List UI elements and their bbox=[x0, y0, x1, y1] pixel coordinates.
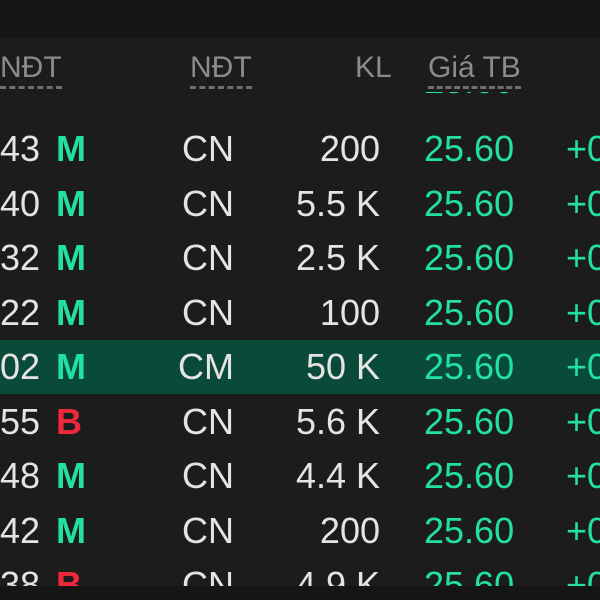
price-change: +0 bbox=[566, 455, 600, 496]
trade-price: 25.60 bbox=[424, 510, 515, 551]
trade-side: M bbox=[56, 455, 86, 496]
trade-volume: 200 bbox=[319, 128, 380, 169]
trade-side: M bbox=[56, 183, 86, 224]
trade-time: 38 bbox=[0, 564, 40, 586]
investor-type: CN bbox=[182, 183, 234, 224]
trade-volume: ·· bbox=[356, 92, 380, 108]
price-change: +0 bbox=[566, 128, 600, 169]
header-investor-type-label: NĐT bbox=[190, 51, 252, 89]
price-change: +0 bbox=[566, 401, 600, 442]
trade-price: 25.60 bbox=[424, 292, 515, 333]
trade-price: 25.60 bbox=[424, 564, 515, 586]
header-buyer-investor-label: NĐT bbox=[0, 51, 62, 89]
table-row[interactable]: 02 M CM 50 K 25.60 +0 bbox=[0, 340, 600, 394]
trade-side: ·· bbox=[56, 92, 80, 108]
table-row[interactable]: 38 B CN 4.9 K 25.60 +0 bbox=[0, 558, 600, 586]
trade-volume: 5.6 K bbox=[295, 401, 380, 442]
trade-side: B bbox=[56, 401, 82, 442]
trade-side: M bbox=[56, 510, 86, 551]
trade-side: M bbox=[56, 292, 86, 333]
trade-time: 42 bbox=[0, 510, 40, 551]
trade-time: 02 bbox=[0, 346, 40, 387]
price-change: +0 bbox=[566, 346, 600, 387]
investor-type: CN bbox=[182, 237, 234, 278]
investor-type: CN bbox=[182, 455, 234, 496]
table-header: NĐT NĐT KL Giá TB bbox=[0, 40, 600, 100]
trade-time: 40 bbox=[0, 183, 40, 224]
trade-history-screen: NĐT NĐT KL Giá TB ·· ·· ·· ·· 25.60 43 M CN 200 2… bbox=[0, 0, 600, 600]
table-row[interactable]: 32 M CN 2.5 K 25.60 +0 bbox=[0, 231, 600, 285]
trade-side: M bbox=[56, 346, 86, 387]
table-row[interactable]: 22 M CN 100 25.60 +0 bbox=[0, 286, 600, 340]
trade-volume: 50 K bbox=[305, 346, 380, 387]
trade-price: 25.60 bbox=[424, 183, 515, 224]
trade-list[interactable]: ·· ·· ·· ·· 25.60 43 M CN 200 25.60 +0 40 M CN 5.5 K 25… bbox=[0, 92, 600, 586]
trade-price: 25.60 bbox=[424, 92, 514, 108]
investor-type: CN bbox=[182, 510, 234, 551]
trade-time: 43 bbox=[0, 128, 40, 169]
table-row[interactable]: 43 M CN 200 25.60 +0 bbox=[0, 122, 600, 176]
trade-price: 25.60 bbox=[424, 237, 515, 278]
price-change: +0 bbox=[566, 183, 600, 224]
trade-price: 25.60 bbox=[424, 128, 515, 169]
header-buyer-investor[interactable]: NĐT bbox=[0, 50, 62, 89]
trade-volume: 2.5 K bbox=[295, 237, 380, 278]
trade-time: 32 bbox=[0, 237, 40, 278]
table-row[interactable]: 48 M CN 4.4 K 25.60 +0 bbox=[0, 449, 600, 503]
trade-volume: 5.5 K bbox=[295, 183, 380, 224]
price-change: +0 bbox=[566, 564, 600, 586]
price-change: +0 bbox=[566, 237, 600, 278]
header-volume[interactable]: KL bbox=[355, 50, 392, 86]
investor-type: CN bbox=[182, 292, 234, 333]
trade-volume: 4.4 K bbox=[295, 455, 380, 496]
investor-type: ·· bbox=[210, 92, 234, 108]
investor-type: CM bbox=[178, 346, 234, 387]
trade-time: 48 bbox=[0, 455, 40, 496]
investor-type: CN bbox=[182, 564, 234, 586]
trade-side: B bbox=[56, 564, 82, 586]
trade-price: 25.60 bbox=[424, 455, 515, 496]
investor-type: CN bbox=[182, 401, 234, 442]
header-volume-label: KL bbox=[355, 51, 392, 84]
header-investor-type[interactable]: NĐT bbox=[190, 50, 252, 89]
table-row[interactable]: ·· ·· ·· ·· 25.60 bbox=[0, 92, 600, 108]
header-avg-price-label: Giá TB bbox=[428, 51, 521, 89]
bottom-bar bbox=[0, 586, 600, 600]
trade-time: 55 bbox=[0, 401, 40, 442]
trade-price: 25.60 bbox=[424, 346, 515, 387]
top-bar bbox=[0, 0, 600, 38]
header-avg-price[interactable]: Giá TB bbox=[428, 50, 521, 89]
trade-volume: 4.9 K bbox=[295, 564, 380, 586]
table-row[interactable]: 40 M CN 5.5 K 25.60 +0 bbox=[0, 177, 600, 231]
trade-time: 22 bbox=[0, 292, 40, 333]
trade-time: ·· bbox=[16, 92, 40, 108]
investor-type: CN bbox=[182, 128, 234, 169]
trade-volume: 100 bbox=[319, 292, 380, 333]
trade-side: M bbox=[56, 128, 86, 169]
price-change: +0 bbox=[566, 292, 600, 333]
trade-price: 25.60 bbox=[424, 401, 515, 442]
trade-side: M bbox=[56, 237, 86, 278]
table-row[interactable]: 55 B CN 5.6 K 25.60 +0 bbox=[0, 395, 600, 449]
price-change: +0 bbox=[566, 510, 600, 551]
table-row[interactable]: 42 M CN 200 25.60 +0 bbox=[0, 504, 600, 558]
trade-volume: 200 bbox=[319, 510, 380, 551]
